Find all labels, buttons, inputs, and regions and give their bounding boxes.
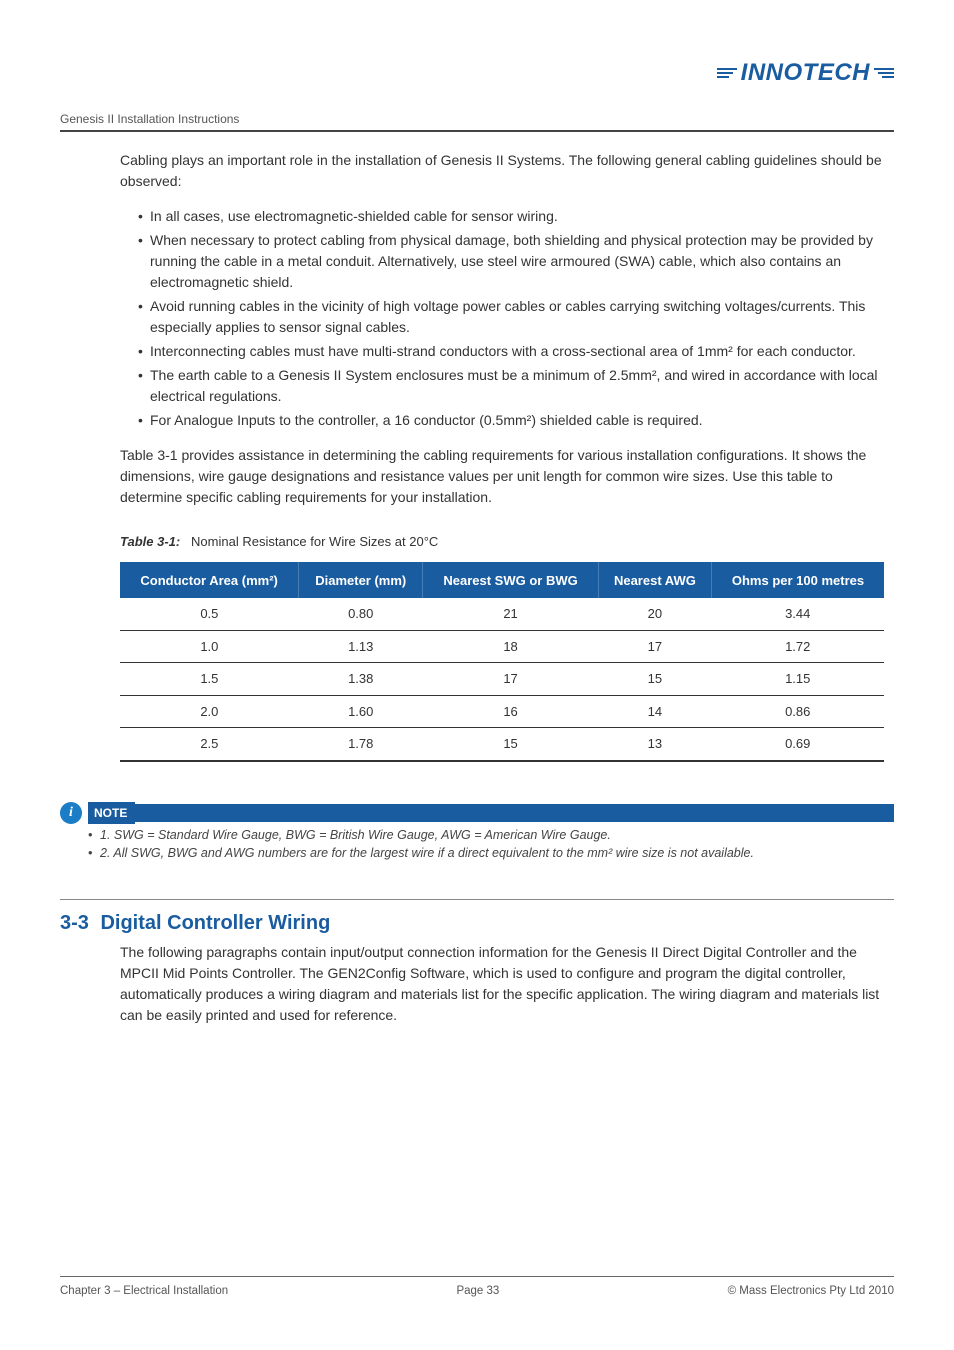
table-caption-text: Nominal Resistance for Wire Sizes at 20°… (191, 534, 438, 549)
col-header: Conductor Area (mm²) (120, 562, 299, 598)
table-cell: 13 (598, 728, 711, 761)
table-cell: 15 (598, 663, 711, 696)
footer-right: © Mass Electronics Pty Ltd 2010 (728, 1283, 894, 1300)
list-item: Interconnecting cables must have multi-s… (138, 341, 884, 362)
guidelines-list: In all cases, use electromagnetic-shield… (138, 206, 884, 431)
table-cell: 3.44 (711, 598, 884, 630)
logo-bars-right-icon (874, 68, 894, 78)
table-row: 0.50.8021203.44 (120, 598, 884, 630)
table-cell: 17 (423, 663, 599, 696)
col-header: Ohms per 100 metres (711, 562, 884, 598)
note-item: 1. SWG = Standard Wire Gauge, BWG = Brit… (88, 826, 894, 845)
table-cell: 1.0 (120, 630, 299, 663)
section-title: Digital Controller Wiring (100, 912, 330, 934)
list-item: Avoid running cables in the vicinity of … (138, 296, 884, 338)
table-row: 2.01.6016140.86 (120, 695, 884, 728)
table-cell: 0.5 (120, 598, 299, 630)
table-row: 1.01.1318171.72 (120, 630, 884, 663)
table-row: 2.51.7815130.69 (120, 728, 884, 761)
table-cell: 21 (423, 598, 599, 630)
table-cell: 0.86 (711, 695, 884, 728)
col-header: Nearest AWG (598, 562, 711, 598)
table-cell: 20 (598, 598, 711, 630)
footer-left: Chapter 3 – Electrical Installation (60, 1283, 228, 1300)
section-body: The following paragraphs contain input/o… (120, 942, 884, 1026)
document-title: Genesis II Installation Instructions (60, 110, 894, 128)
table-cell: 2.0 (120, 695, 299, 728)
table-cell: 1.60 (299, 695, 423, 728)
col-header: Nearest SWG or BWG (423, 562, 599, 598)
table-cell: 0.69 (711, 728, 884, 761)
note-list: 1. SWG = Standard Wire Gauge, BWG = Brit… (88, 826, 894, 864)
intro-paragraph: Cabling plays an important role in the i… (120, 150, 884, 192)
table-cell: 1.15 (711, 663, 884, 696)
list-item: The earth cable to a Genesis II System e… (138, 365, 884, 407)
table-cell: 1.72 (711, 630, 884, 663)
page-footer: Chapter 3 – Electrical Installation Page… (60, 1276, 894, 1300)
note-label: NOTE (88, 802, 135, 824)
list-item: For Analogue Inputs to the controller, a… (138, 410, 884, 431)
brand-logo: INNOTECH (717, 55, 894, 91)
table-cell: 1.78 (299, 728, 423, 761)
wire-size-table: Conductor Area (mm²) Diameter (mm) Neare… (120, 562, 884, 762)
table-cell: 18 (423, 630, 599, 663)
table-intro-paragraph: Table 3-1 provides assistance in determi… (120, 445, 884, 508)
logo-text: INNOTECH (741, 55, 870, 91)
table-cell: 17 (598, 630, 711, 663)
table-cell: 15 (423, 728, 599, 761)
list-item: When necessary to protect cabling from p… (138, 230, 884, 293)
table-caption: Table 3-1: Nominal Resistance for Wire S… (120, 532, 884, 552)
note-item: 2. All SWG, BWG and AWG numbers are for … (88, 844, 894, 863)
list-item: In all cases, use electromagnetic-shield… (138, 206, 884, 227)
info-icon: i (60, 802, 82, 824)
table-cell: 1.13 (299, 630, 423, 663)
footer-center: Page 33 (456, 1283, 499, 1300)
section-number: 3-3 (60, 912, 89, 934)
section-rule (60, 899, 894, 900)
table-caption-label: Table 3-1: (120, 534, 180, 549)
logo-bars-left-icon (717, 68, 737, 78)
table-row: 1.51.3817151.15 (120, 663, 884, 696)
header-rule (60, 130, 894, 132)
col-header: Diameter (mm) (299, 562, 423, 598)
footer-rule (60, 1276, 894, 1277)
table-cell: 0.80 (299, 598, 423, 630)
table-cell: 1.38 (299, 663, 423, 696)
table-cell: 2.5 (120, 728, 299, 761)
table-header-row: Conductor Area (mm²) Diameter (mm) Neare… (120, 562, 884, 598)
table-cell: 1.5 (120, 663, 299, 696)
note-block: i NOTE 1. SWG = Standard Wire Gauge, BWG… (60, 802, 894, 864)
table-cell: 16 (423, 695, 599, 728)
table-cell: 14 (598, 695, 711, 728)
section-heading: 3-3 Digital Controller Wiring (60, 908, 894, 938)
